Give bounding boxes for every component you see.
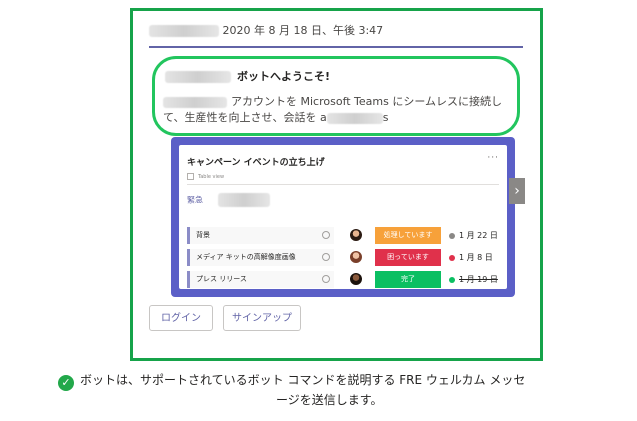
redacted-sender [149, 25, 219, 37]
task-due-date: 1 月 8 日 [449, 249, 493, 266]
more-options-icon[interactable]: ··· [487, 153, 499, 163]
task-name: 背景 [187, 227, 334, 244]
task-name: メディア キットの高解像度画像 [187, 249, 334, 266]
caption-line-2: ージを送信します。 [276, 393, 383, 407]
carousel-next-icon[interactable]: › [509, 178, 525, 204]
status-badge: 困っています [375, 249, 441, 266]
avatar [350, 229, 362, 241]
checkmark-icon: ✓ [58, 375, 74, 391]
task-complete-circle-icon[interactable] [322, 275, 330, 283]
welcome-title-text: ボットへようこそ! [237, 70, 331, 83]
card-title: キャンペーン イベントの立ち上げ [187, 158, 325, 168]
avatar [350, 273, 362, 285]
redacted-urgent-detail [217, 193, 270, 207]
urgent-label: 緊急 [187, 195, 203, 205]
message-timestamp: 2020 年 8 月 18 日、午後 3:47 [222, 24, 384, 37]
task-name: プレス リリース [187, 271, 334, 288]
task-row[interactable]: メディア キットの高解像度画像 困っています 1 月 8 日 [187, 249, 499, 266]
caption: ✓ ボットは、サポートされているボット コマンドを説明する FRE ウェルカム メ… [58, 371, 618, 409]
task-complete-circle-icon[interactable] [322, 231, 330, 239]
adaptive-card-frame: キャンペーン イベントの立ち上げ ··· Table view 緊急 背景 処理… [171, 137, 515, 297]
table-icon [187, 173, 194, 180]
highlight-frame: 2020 年 8 月 18 日、午後 3:47 ボットへようこそ! アカウントを… [130, 8, 543, 361]
card-divider [187, 184, 499, 185]
status-badge: 完了 [375, 271, 441, 288]
signup-button[interactable]: サインアップ [223, 305, 301, 331]
task-due-date: 1 月 19 日 [449, 271, 498, 288]
redacted-bot-name [165, 71, 231, 83]
bot-message-card: 2020 年 8 月 18 日、午後 3:47 ボットへようこそ! アカウントを… [149, 16, 527, 346]
welcome-title: ボットへようこそ! [165, 68, 330, 84]
welcome-body: アカウントを Microsoft Teams にシームレスに接続して、生産性を向… [163, 94, 513, 126]
caption-line-1: ボットは、サポートされているボット コマンドを説明する FRE ウェルカム メッ… [80, 373, 526, 387]
avatar [350, 251, 362, 263]
message-header: 2020 年 8 月 18 日、午後 3:47 [149, 22, 383, 38]
date-indicator-icon [449, 232, 455, 239]
message-accent-line [149, 46, 523, 48]
task-row[interactable]: 背景 処理しています 1 月 22 日 [187, 227, 499, 244]
overdue-icon [449, 254, 455, 261]
task-complete-circle-icon[interactable] [322, 253, 330, 261]
login-button[interactable]: ログイン [149, 305, 213, 331]
table-view-label: Table view [187, 173, 224, 180]
adaptive-card: キャンペーン イベントの立ち上げ ··· Table view 緊急 背景 処理… [179, 145, 507, 289]
status-badge: 処理しています [375, 227, 441, 244]
redacted-body-text [326, 112, 383, 124]
urgent-section: 緊急 [187, 193, 270, 207]
redacted-account-name [163, 96, 227, 108]
welcome-body-suffix: s [382, 111, 389, 124]
task-due-date: 1 月 22 日 [449, 227, 498, 244]
task-row[interactable]: プレス リリース 完了 1 月 19 日 [187, 271, 499, 288]
completed-check-icon [449, 276, 455, 283]
